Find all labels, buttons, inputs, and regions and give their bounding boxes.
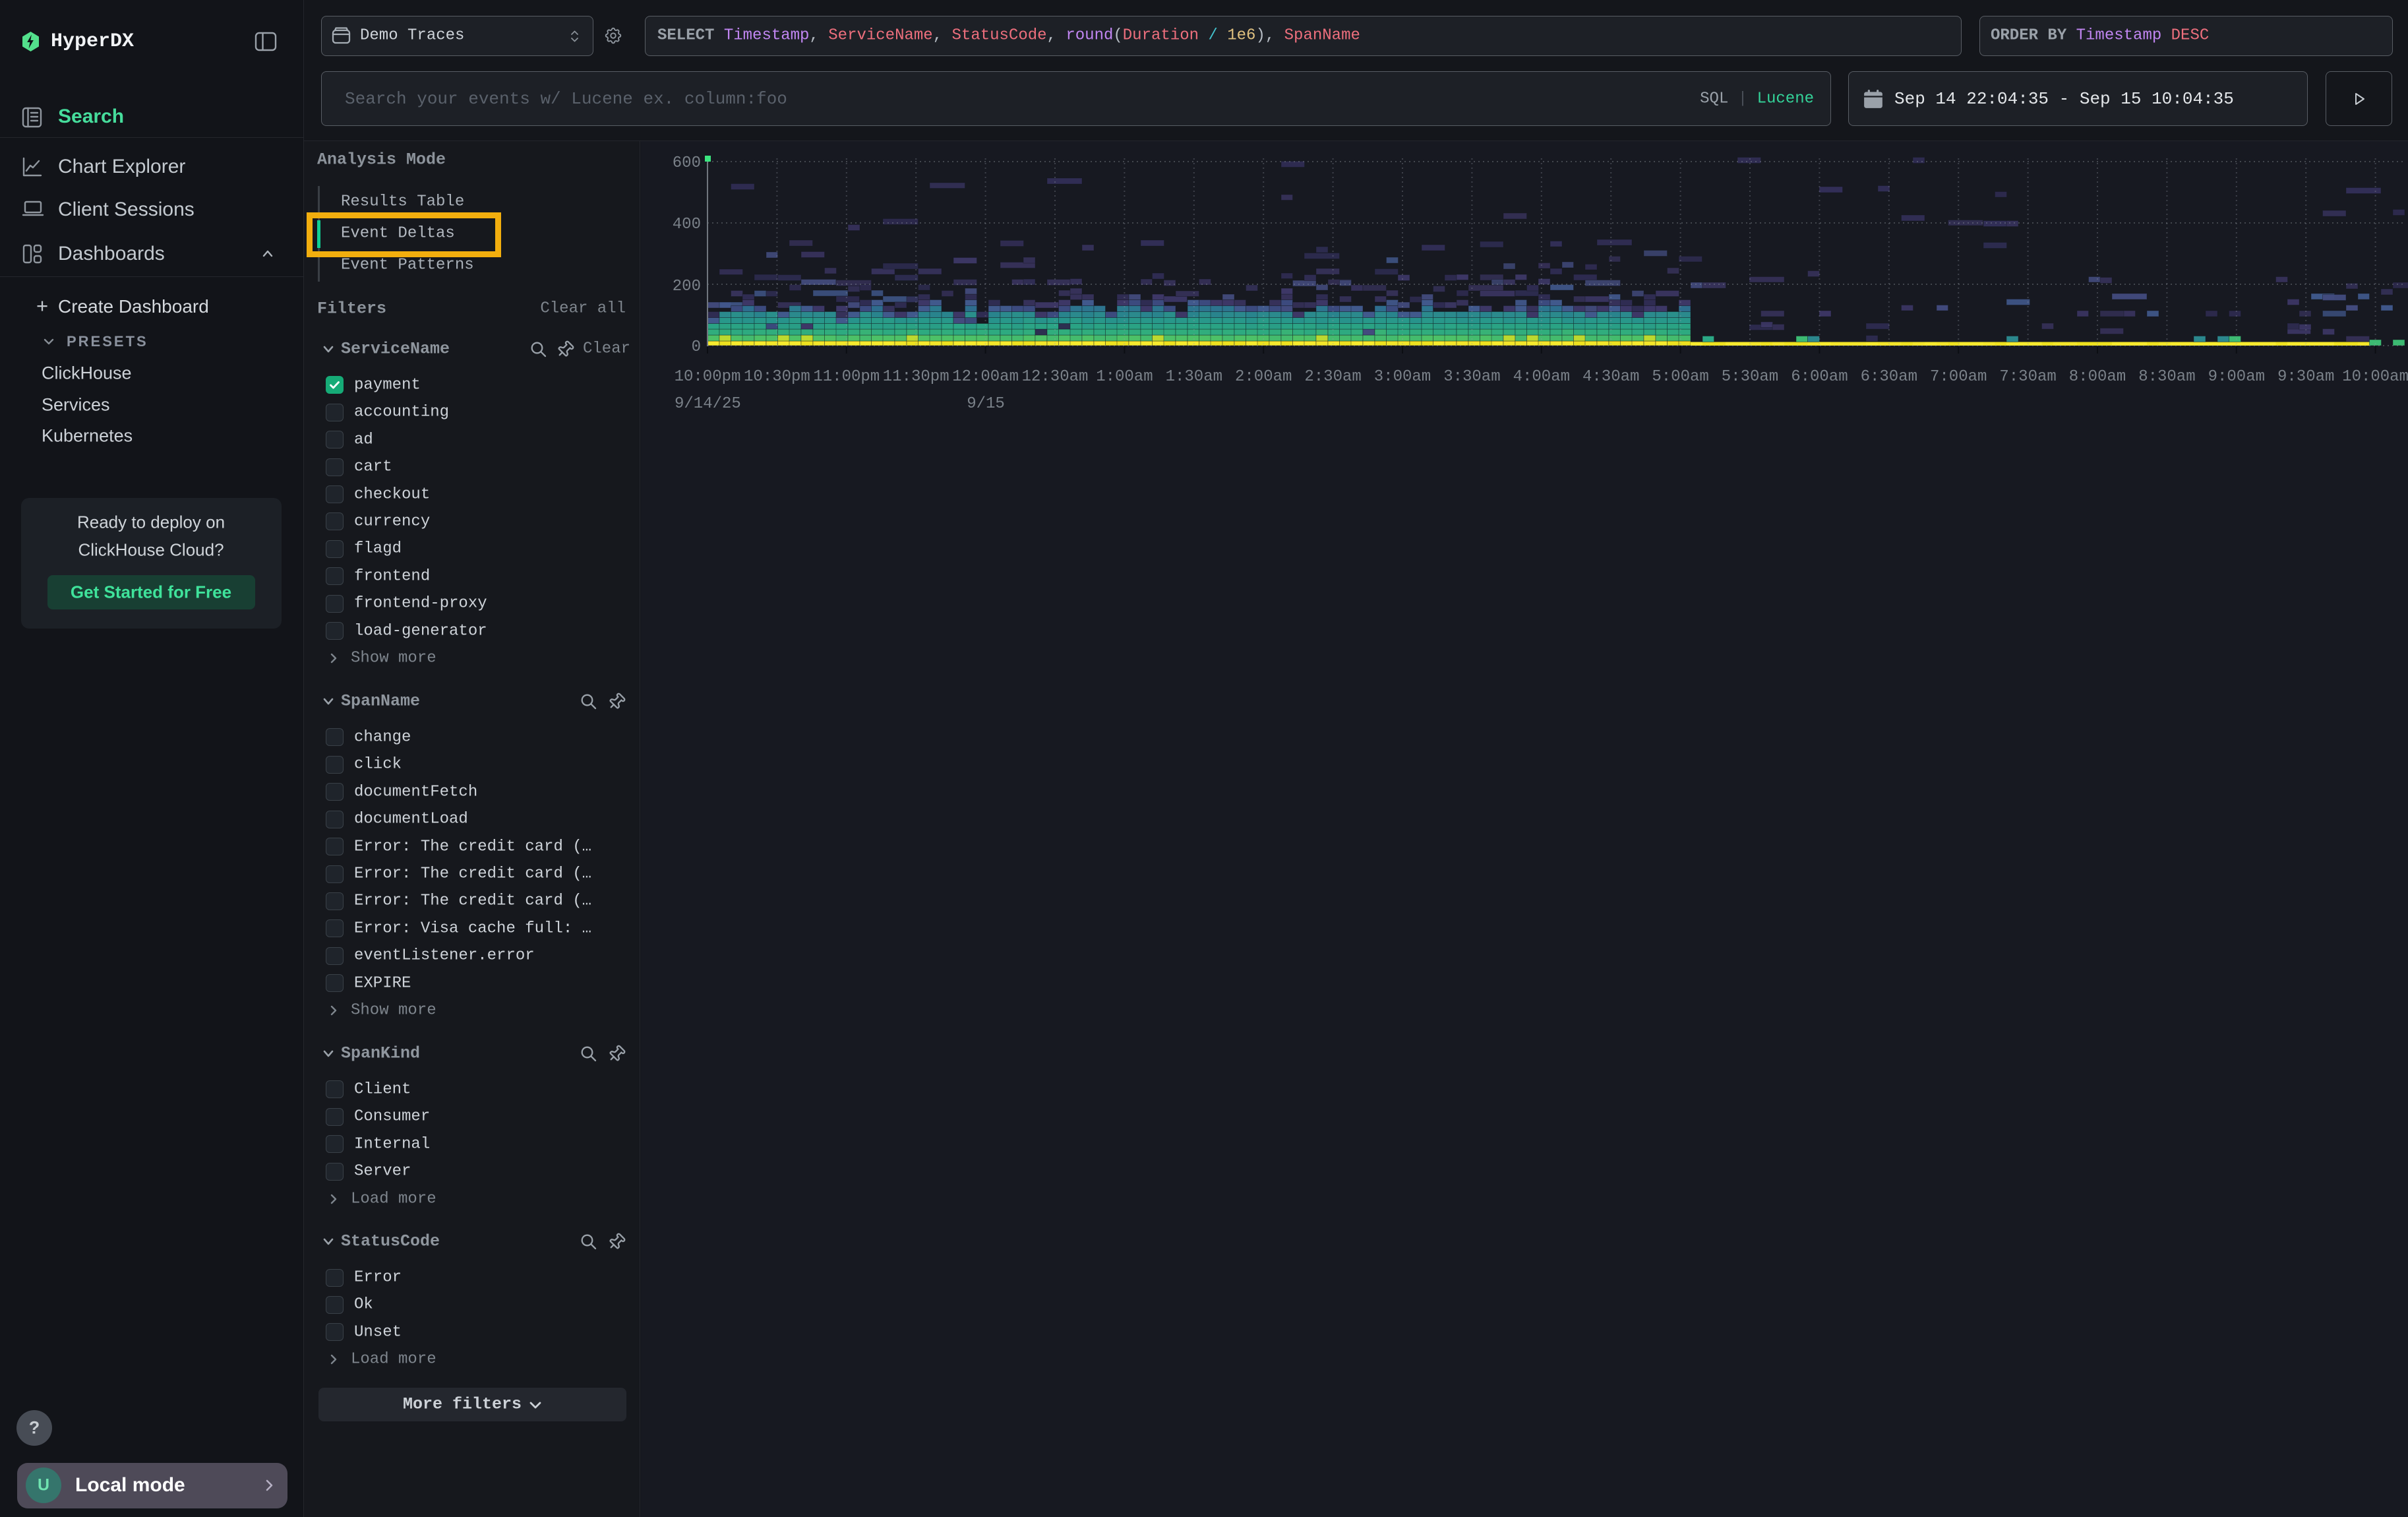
svg-text:400: 400 (673, 216, 701, 233)
svg-text:7:00am: 7:00am (1930, 368, 1987, 386)
svg-text:4:30am: 4:30am (1582, 368, 1639, 386)
svg-text:200: 200 (673, 278, 701, 295)
svg-text:0: 0 (692, 338, 701, 356)
svg-text:2:00am: 2:00am (1235, 368, 1292, 386)
svg-text:2:30am: 2:30am (1304, 368, 1361, 386)
svg-text:1:00am: 1:00am (1096, 368, 1153, 386)
svg-text:3:00am: 3:00am (1374, 368, 1431, 386)
svg-text:4:00am: 4:00am (1513, 368, 1570, 386)
svg-text:1:30am: 1:30am (1166, 368, 1222, 386)
svg-text:9/14/25: 9/14/25 (675, 395, 741, 413)
svg-text:12:00am: 12:00am (952, 368, 1019, 386)
svg-text:6:30am: 6:30am (1861, 368, 1917, 386)
svg-text:7:30am: 7:30am (1999, 368, 2056, 386)
svg-text:10:00am: 10:00am (2342, 368, 2408, 386)
svg-text:9:30am: 9:30am (2277, 368, 2334, 386)
svg-text:9:00am: 9:00am (2208, 368, 2265, 386)
svg-text:11:00pm: 11:00pm (813, 368, 880, 386)
svg-text:5:30am: 5:30am (1722, 368, 1778, 386)
svg-text:5:00am: 5:00am (1652, 368, 1708, 386)
svg-text:11:30pm: 11:30pm (883, 368, 949, 386)
svg-text:8:00am: 8:00am (2069, 368, 2126, 386)
svg-text:600: 600 (673, 154, 701, 172)
svg-text:10:30pm: 10:30pm (744, 368, 810, 386)
svg-text:3:30am: 3:30am (1443, 368, 1500, 386)
svg-text:10:00pm: 10:00pm (675, 368, 741, 386)
svg-text:6:00am: 6:00am (1791, 368, 1848, 386)
svg-text:8:30am: 8:30am (2138, 368, 2195, 386)
svg-text:12:30am: 12:30am (1022, 368, 1089, 386)
svg-text:9/15: 9/15 (967, 395, 1005, 413)
